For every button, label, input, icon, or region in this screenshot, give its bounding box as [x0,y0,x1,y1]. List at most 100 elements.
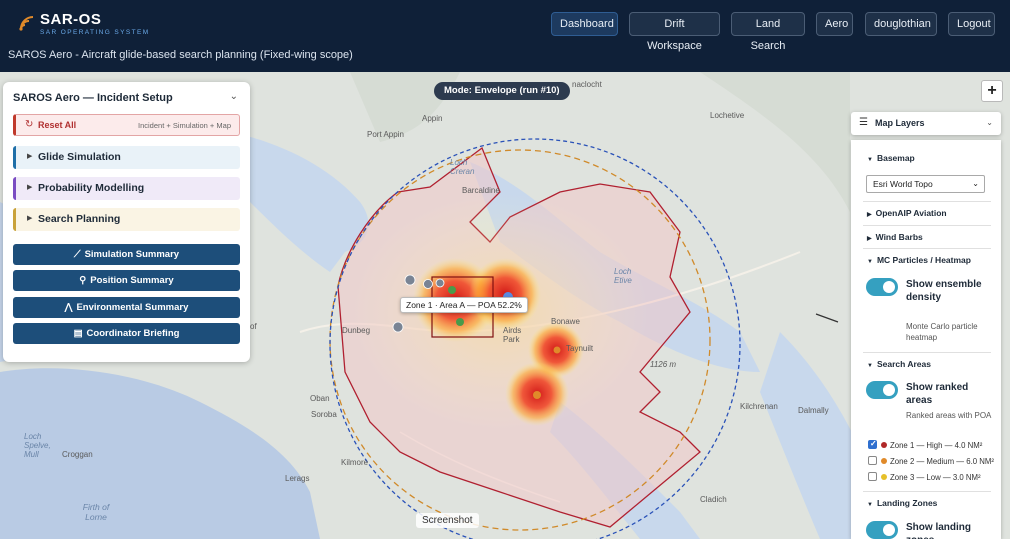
zoom-in-button[interactable]: + [981,80,1003,102]
zone-2-color-dot [881,458,887,464]
basemap-section[interactable]: ▼ Basemap [867,153,915,163]
zone-tooltip: Zone 1 · Area A — POA 52.2% [400,297,528,313]
place-label: Port Appin [367,130,404,139]
section-label: Probability Modelling [38,182,145,194]
app-logo[interactable]: SAR-OS SAR OPERATING SYSTEM [18,11,148,36]
nav-dashboard[interactable]: Dashboard [551,12,618,36]
menu-icon: ☰ [859,117,868,128]
place-label: Kilchrenan [740,402,778,411]
section-probability-modelling[interactable]: ▶ Probability Modelling [13,177,240,200]
place-label: Croggan [62,450,93,459]
place-label: Loch Etive [614,267,632,285]
section-label: Search Areas [876,359,931,369]
mc-particles-section[interactable]: ▼ MC Particles / Heatmap [867,255,971,265]
landing-zones-toggle[interactable] [866,521,898,539]
pin-icon: ⚲ [79,275,87,286]
section-glide-simulation[interactable]: ▶ Glide Simulation [13,146,240,169]
place-label: Soroba [311,410,337,419]
ensemble-density-toggle[interactable] [866,278,898,296]
place-label: Lerags [285,474,310,483]
refresh-icon: ↻ [25,119,34,130]
toggle-description: Monte Carlo particle heatmap [906,322,978,342]
nav-drift-workspace[interactable]: Drift Workspace [629,12,720,52]
search-areas-section[interactable]: ▼ Search Areas [867,359,931,369]
position-summary-button[interactable]: ⚲ Position Summary [13,270,240,291]
simulation-summary-button[interactable]: ⟋ Simulation Summary [13,244,240,265]
zone-1-row[interactable]: Zone 1 — High — 4.0 NM² [868,439,983,450]
reset-all-button[interactable]: ↻ Reset All Incident + Simulation + Map [13,114,240,136]
environmental-summary-button[interactable]: ⋀ Environmental Summary [13,297,240,318]
divider [863,248,991,249]
divider [863,225,991,226]
section-label: Glide Simulation [38,151,121,163]
top-navbar: SAR-OS SAR OPERATING SYSTEM SAROS Aero -… [0,0,1010,72]
place-label: Loch Spelve, Mull [24,432,51,459]
wind-barbs-section[interactable]: ▶ Wind Barbs [867,232,923,242]
divider [863,201,991,202]
place-label: Barcaldine [462,186,500,195]
map-layers-panel: ▼ Basemap Esri World Topo ⌄ ▶ OpenAIP Aviat… [851,140,1001,539]
triangle-right-icon: ▶ [27,184,33,191]
landing-zones-section[interactable]: ▼ Landing Zones [867,498,937,508]
chevron-down-icon: ⌄ [972,179,979,188]
toggle-label: Show ranked areas [906,382,969,406]
toggle-label: Show landing zones [906,522,971,539]
button-label: Environmental Summary [76,302,189,313]
section-label: Basemap [876,153,915,163]
reset-note: Incident + Simulation + Map [138,121,231,130]
zone-1-checkbox[interactable] [868,439,877,449]
openaip-section[interactable]: ▶ OpenAIP Aviation [867,208,947,218]
app-tagline: SAR OPERATING SYSTEM [40,29,150,36]
chevron-down-icon: ⌄ [986,118,993,127]
zone-2-checkbox[interactable] [868,456,877,465]
elevation-label: 1126 m [650,360,677,369]
button-label: Position Summary [90,275,174,286]
toggle-description: Ranked areas with POA [906,411,992,420]
map-layers-header[interactable]: ☰ Map Layers ⌄ [851,112,1001,135]
nav-aero[interactable]: Aero [816,12,853,36]
coordinator-briefing-button[interactable]: ▤ Coordinator Briefing [13,323,240,344]
zone-3-row[interactable]: Zone 3 — Low — 3.0 NM² [868,472,981,482]
zone-1-color-dot [881,442,887,448]
mountain-icon: ⋀ [64,302,73,313]
place-label: Taynuilt [566,344,594,353]
triangle-down-icon: ▼ [867,259,873,265]
ranked-areas-toggle[interactable] [866,381,898,399]
reset-label: Reset All [38,120,77,130]
zone-3-checkbox[interactable] [868,472,877,481]
section-label: Landing Zones [876,498,938,508]
button-label: Simulation Summary [84,249,180,260]
map-layers-title: Map Layers [875,118,925,128]
incident-setup-panel: SAROS Aero — Incident Setup ⌄ ↻ Reset Al… [3,82,250,362]
nav-user[interactable]: douglothian [865,12,937,36]
toggle-label: Show ensemble density [906,279,982,303]
place-label: naclocht [572,80,602,89]
place-label: Cladich [700,495,727,504]
triangle-right-icon: ▶ [27,153,33,160]
basemap-value: Esri World Topo [873,179,933,189]
page-subtitle: SAROS Aero - Aircraft glide-based search… [8,49,353,61]
place-label: Firth of Lorne [82,502,110,522]
section-label: Search Planning [38,213,121,225]
section-label: OpenAIP Aviation [875,208,947,218]
chevron-down-icon[interactable]: ⌄ [230,91,238,102]
app-title: SAR-OS [40,11,102,28]
section-search-planning[interactable]: ▶ Search Planning [13,208,240,231]
triangle-right-icon: ▶ [867,236,872,242]
section-label: MC Particles / Heatmap [876,255,971,265]
zone-label: Zone 1 — High — 4.0 NM² [890,441,983,450]
place-label: Dunbeg [342,326,371,335]
divider [863,352,991,353]
zone-3-color-dot [881,474,887,480]
divider [863,491,991,492]
screenshot-button[interactable]: Screenshot [416,513,479,528]
zone-2-row[interactable]: Zone 2 — Medium — 6.0 NM² [868,456,994,466]
zone-label: Zone 3 — Low — 3.0 NM² [890,473,981,482]
button-label: Coordinator Briefing [86,328,180,339]
triangle-down-icon: ▼ [867,157,873,163]
basemap-select[interactable]: Esri World Topo ⌄ [866,175,985,193]
place-label: Kilmore [341,458,369,467]
place-label: Loch Creran [450,158,475,176]
nav-logout[interactable]: Logout [948,12,995,36]
nav-land-search[interactable]: Land Search [731,12,805,52]
